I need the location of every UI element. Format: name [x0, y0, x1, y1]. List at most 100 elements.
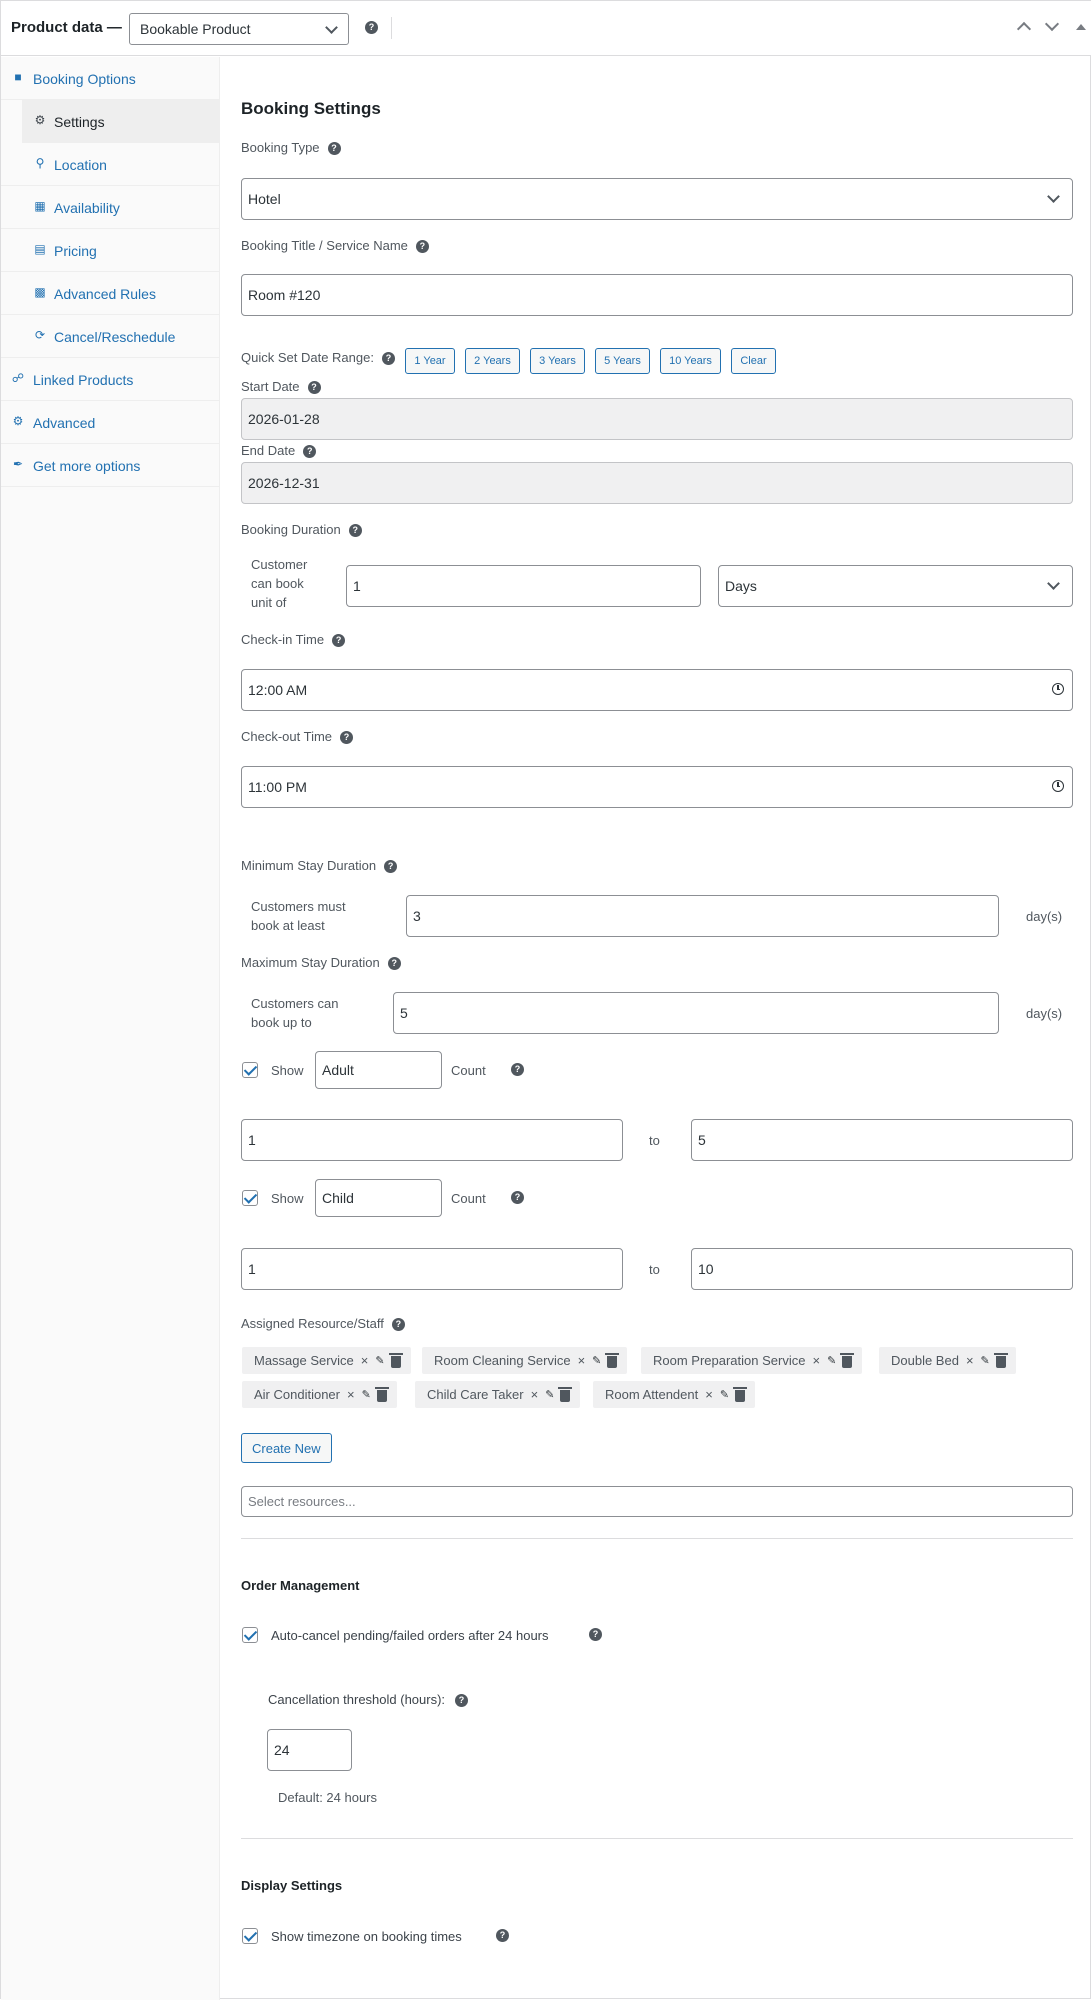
help-icon[interactable]: ?	[384, 860, 398, 874]
tab-advanced[interactable]: ⚙ Advanced	[1, 401, 220, 444]
edit-icon[interactable]: ✎	[592, 1354, 601, 1367]
tab-booking-options[interactable]: ■ Booking Options	[1, 57, 220, 100]
start-date-input[interactable]: 2026-01-28	[241, 398, 1073, 440]
tab-linked-products[interactable]: ☍ Linked Products	[1, 358, 220, 401]
trash-icon[interactable]	[840, 1352, 855, 1368]
min-stay-label: Minimum Stay Duration?	[241, 858, 398, 874]
trash-icon[interactable]	[605, 1352, 620, 1368]
trash-icon[interactable]	[374, 1386, 389, 1402]
label-text: Check-out Time	[241, 729, 333, 744]
clock-icon[interactable]	[1052, 780, 1064, 792]
tab-advanced-rules[interactable]: ▩ Advanced Rules	[1, 272, 220, 315]
booking-type-select[interactable]: Hotel	[241, 178, 1073, 220]
resource-name: Massage Service	[254, 1353, 354, 1368]
tab-settings[interactable]: ⚙ Settings	[22, 100, 220, 143]
help-icon[interactable]: ?	[455, 1694, 469, 1708]
edit-icon[interactable]: ✎	[375, 1354, 384, 1367]
end-date-input[interactable]: 2026-12-31	[241, 462, 1073, 504]
trash-icon[interactable]	[388, 1352, 403, 1368]
grid-icon: ▩	[34, 285, 46, 299]
label-text: Minimum Stay Duration	[241, 858, 377, 873]
auto-cancel-checkbox[interactable]	[242, 1627, 258, 1643]
tab-location[interactable]: ⚲ Location	[1, 143, 220, 186]
child-min-input[interactable]: 1	[241, 1248, 623, 1290]
help-icon[interactable]: ?	[365, 21, 378, 34]
quick-clear-button[interactable]: Clear	[731, 348, 776, 374]
help-icon[interactable]: ?	[496, 1929, 509, 1942]
resources-select[interactable]: Select resources...	[241, 1486, 1073, 1517]
header-divider	[391, 17, 392, 39]
remove-icon[interactable]: ×	[347, 1387, 355, 1402]
link-icon: ☍	[11, 371, 25, 385]
threshold-default-text: Default: 24 hours	[278, 1790, 378, 1805]
gear-icon: ⚙	[12, 414, 24, 428]
move-up-icon[interactable]	[1016, 21, 1032, 37]
input-value: 10	[698, 1261, 714, 1277]
panel-header: Product data — Bookable Product ?	[1, 1, 1091, 56]
adult-min-input[interactable]: 1	[241, 1119, 623, 1161]
trash-icon[interactable]	[733, 1386, 748, 1402]
checkout-time-input[interactable]: 11:00 PM	[241, 766, 1073, 808]
tab-availability[interactable]: ▦ Availability	[1, 186, 220, 229]
checkin-time-input[interactable]: 12:00 AM	[241, 669, 1073, 711]
help-icon[interactable]: ?	[511, 1063, 524, 1076]
remove-icon[interactable]: ×	[812, 1353, 820, 1368]
collapse-toggle-icon[interactable]	[1076, 24, 1086, 30]
remove-icon[interactable]: ×	[705, 1387, 713, 1402]
create-new-button[interactable]: Create New	[241, 1433, 332, 1463]
adult-max-input[interactable]: 5	[691, 1119, 1073, 1161]
help-icon[interactable]: ?	[332, 634, 346, 648]
input-value: 12:00 AM	[248, 682, 308, 698]
clock-icon[interactable]	[1052, 683, 1064, 695]
remove-icon[interactable]: ×	[531, 1387, 539, 1402]
show-adult-checkbox[interactable]	[242, 1062, 258, 1078]
edit-icon[interactable]: ✎	[545, 1388, 554, 1401]
help-icon[interactable]: ?	[348, 524, 362, 538]
help-icon[interactable]: ?	[340, 731, 354, 745]
show-child-checkbox[interactable]	[242, 1190, 258, 1206]
max-stay-input[interactable]: 5	[393, 992, 999, 1034]
help-icon[interactable]: ?	[381, 352, 395, 366]
quick-1-year-button[interactable]: 1 Year	[405, 348, 455, 374]
product-type-select[interactable]: Bookable Product	[129, 13, 349, 45]
child-max-input[interactable]: 10	[691, 1248, 1073, 1290]
child-label-input[interactable]: Child	[315, 1179, 442, 1217]
help-icon[interactable]: ?	[303, 445, 317, 459]
edit-icon[interactable]: ✎	[981, 1354, 990, 1367]
quick-5-years-button[interactable]: 5 Years	[595, 348, 650, 374]
edit-icon[interactable]: ✎	[720, 1388, 729, 1401]
help-icon[interactable]: ?	[415, 240, 429, 254]
help-icon[interactable]: ?	[589, 1628, 602, 1641]
help-icon[interactable]: ?	[511, 1191, 524, 1204]
show-timezone-checkbox[interactable]	[242, 1928, 258, 1944]
remove-icon[interactable]: ×	[578, 1353, 586, 1368]
quick-2-years-button[interactable]: 2 Years	[465, 348, 520, 374]
trash-icon[interactable]	[558, 1386, 573, 1402]
duration-unit-select[interactable]: Days	[718, 565, 1073, 607]
input-value: 3	[413, 908, 421, 924]
quick-3-years-button[interactable]: 3 Years	[530, 348, 585, 374]
help-icon[interactable]: ?	[327, 142, 341, 156]
min-stay-input[interactable]: 3	[406, 895, 999, 937]
resource-name: Child Care Taker	[427, 1387, 524, 1402]
edit-icon[interactable]: ✎	[362, 1388, 371, 1401]
remove-icon[interactable]: ×	[361, 1353, 369, 1368]
tab-get-more-options[interactable]: ✒ Get more options	[1, 444, 220, 487]
duration-value-input[interactable]: 1	[346, 565, 701, 607]
adult-label-input[interactable]: Adult	[315, 1051, 442, 1089]
threshold-input[interactable]: 24	[267, 1729, 352, 1771]
booking-title-input[interactable]: Room #120	[241, 274, 1073, 316]
remove-icon[interactable]: ×	[966, 1353, 974, 1368]
help-icon[interactable]: ?	[387, 957, 401, 971]
edit-icon[interactable]: ✎	[827, 1354, 836, 1367]
move-down-icon[interactable]	[1044, 16, 1060, 32]
tab-cancel-reschedule[interactable]: ⟳ Cancel/Reschedule	[1, 315, 220, 358]
resource-chip: Air Conditioner × ✎	[242, 1381, 397, 1408]
quick-10-years-button[interactable]: 10 Years	[660, 348, 721, 374]
help-icon[interactable]: ?	[307, 381, 321, 395]
help-icon[interactable]: ?	[391, 1318, 405, 1332]
chevron-down-icon	[1047, 190, 1060, 203]
booking-title-label: Booking Title / Service Name?	[241, 238, 429, 254]
tab-pricing[interactable]: ▤ Pricing	[1, 229, 220, 272]
trash-icon[interactable]	[993, 1352, 1008, 1368]
